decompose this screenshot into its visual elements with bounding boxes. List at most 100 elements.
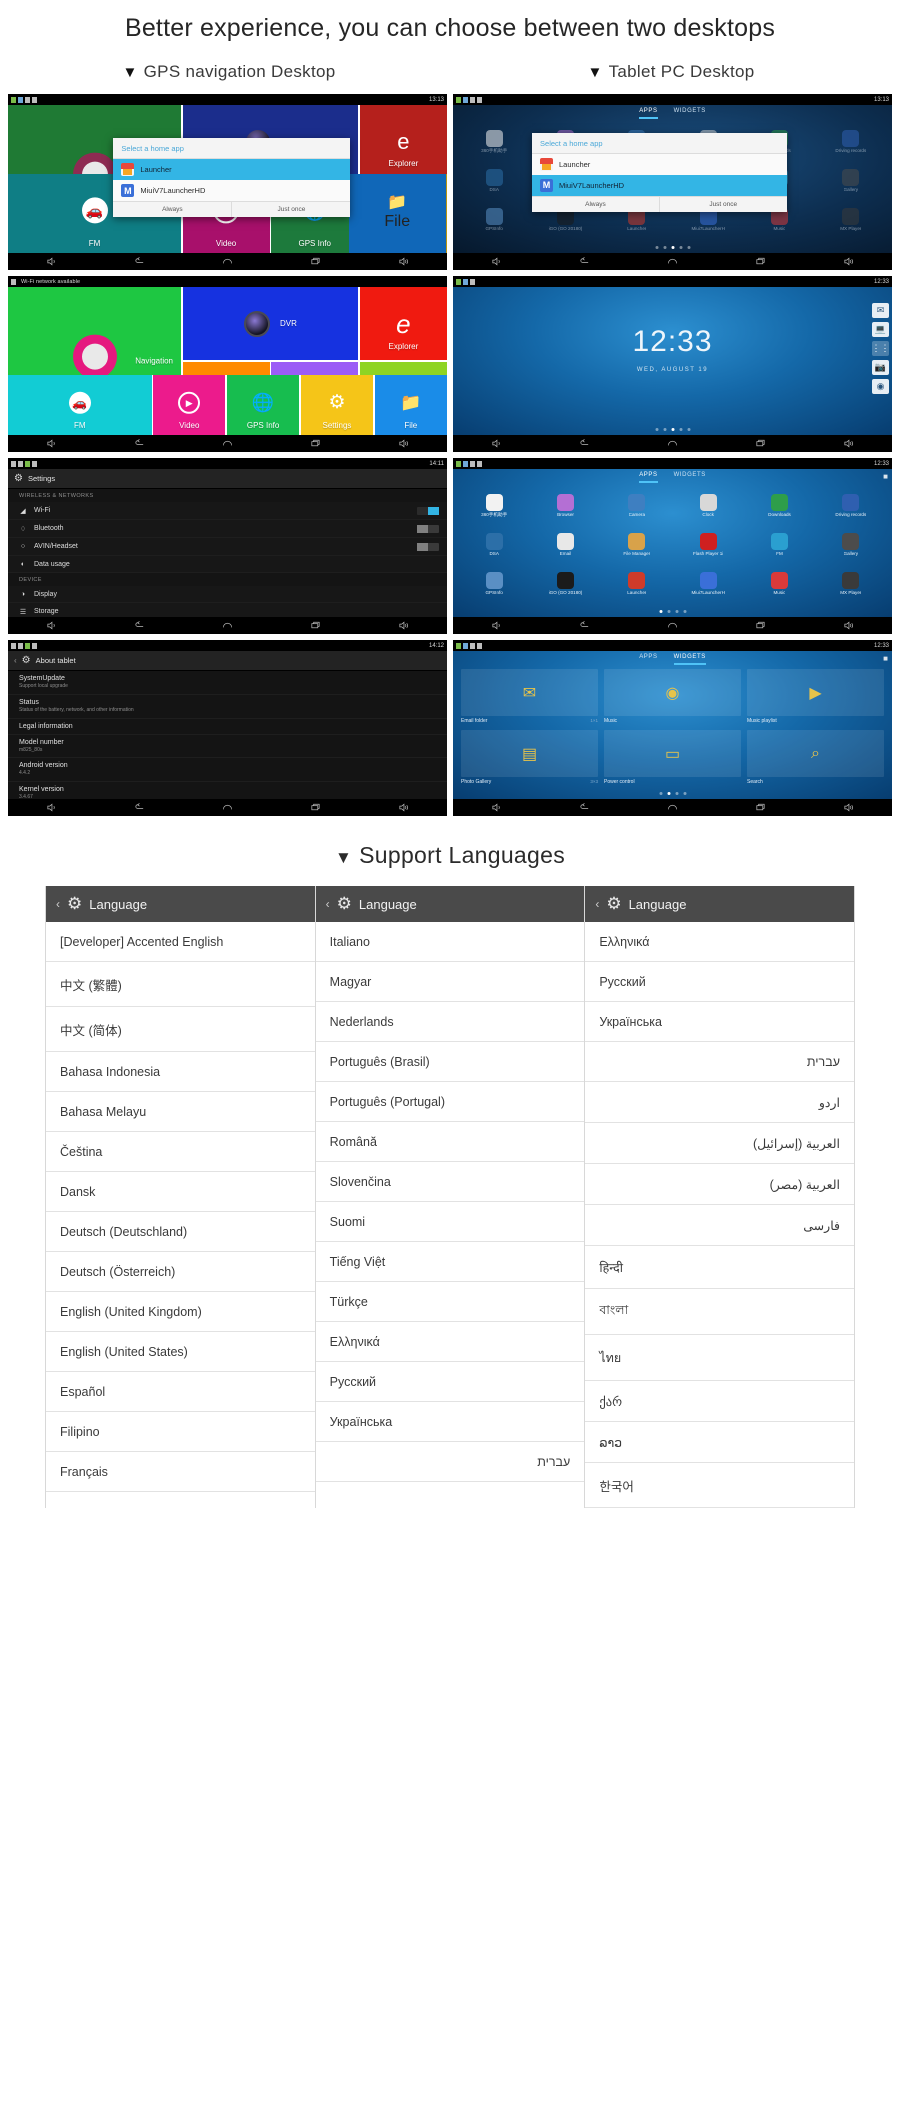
app-icon-12[interactable]: Gallery [816,526,886,564]
tile-explorer[interactable]: e Explorer [359,105,447,179]
dialog-option-launcher[interactable]: Launcher [532,153,787,175]
language-item[interactable]: فارسی [585,1205,854,1246]
language-item[interactable]: Українська [585,1002,854,1042]
language-item[interactable]: Română [315,1122,585,1162]
recents-icon[interactable] [309,802,322,813]
app-icon-6[interactable]: Driving records [816,487,886,525]
chevron-left-icon[interactable]: ‹ [56,897,60,911]
language-item[interactable]: עברית [585,1042,854,1082]
language-item[interactable]: Suomi [315,1202,585,1242]
recents-icon[interactable] [754,802,767,813]
volume-down-icon[interactable] [490,802,503,813]
widget-1[interactable]: ✉ Email folder 1×1 [461,669,598,724]
app-icon-11[interactable]: FM [744,526,814,564]
language-item[interactable]: Português (Brasil) [315,1042,585,1082]
recents-icon[interactable] [754,438,767,449]
camera-icon[interactable]: ■ [883,654,888,663]
volume-down-icon[interactable] [45,620,58,631]
tile-gps-info[interactable]: 🌐 GPS Info [226,375,300,435]
back-arrow-icon[interactable]: ‹ [14,656,17,665]
app-icon-6[interactable]: Driving records [816,123,886,161]
tab-apps[interactable]: APPS [639,108,658,119]
chevron-left-icon[interactable]: ‹ [326,897,330,911]
app-icon-18[interactable]: MX Player [816,201,886,239]
language-item[interactable]: Italiano [315,922,585,962]
language-item[interactable]: বাংলা [585,1289,854,1335]
language-item[interactable]: Dansk [46,1172,315,1212]
back-icon[interactable] [133,802,146,813]
language-item[interactable]: Bahasa Melayu [46,1092,315,1132]
language-item[interactable]: Русский [315,1362,585,1402]
language-item[interactable]: Čeština [46,1132,315,1172]
app-icon-5[interactable]: Downloads [744,487,814,525]
volume-up-icon[interactable] [397,256,410,267]
bluetooth-toggle[interactable] [417,524,439,533]
camera-icon[interactable]: ■ [883,472,888,481]
app-icon-14[interactable]: iGO (GO 20180) [530,565,600,603]
recents-icon[interactable] [309,438,322,449]
app-icon-16[interactable]: Miui7LauncherH [673,565,743,603]
select-home-app-dialog[interactable]: Select a home app Launcher M MiuiV7Launc… [532,132,787,212]
just-once-button[interactable]: Just once [231,202,350,217]
app-icon-7[interactable]: DSA [459,526,529,564]
back-icon[interactable] [133,620,146,631]
just-once-button[interactable]: Just once [658,196,787,212]
home-icon[interactable] [666,256,679,267]
language-item[interactable]: Filipino [46,1412,315,1452]
home-icon[interactable] [666,802,679,813]
browser-icon[interactable]: 💻 [872,322,889,337]
chrome-icon[interactable]: ◉ [872,379,889,394]
app-icon-17[interactable]: Music [744,565,814,603]
language-item[interactable]: हिन्दी [585,1246,854,1289]
language-item[interactable]: English (United Kingdom) [46,1292,315,1332]
settings-row-data-usage[interactable]: ◐ Data usage [8,556,447,573]
app-icon-2[interactable]: Browser [530,487,600,525]
recents-icon[interactable] [309,256,322,267]
app-icon-15[interactable]: Launcher [602,565,672,603]
wifi-toggle[interactable] [417,506,439,515]
language-item[interactable]: Bahasa Indonesia [46,1052,315,1092]
volume-down-icon[interactable] [490,438,503,449]
language-item[interactable]: Ελληνικά [585,922,854,962]
settings-row-bluetooth[interactable]: ♢ Bluetooth [8,520,447,538]
language-item[interactable]: Slovenčina [315,1162,585,1202]
language-item[interactable]: Español [46,1372,315,1412]
settings-row-avin-headset[interactable]: ○ AVIN/Headset [8,538,447,556]
back-icon[interactable] [133,256,146,267]
volume-down-icon[interactable] [45,256,58,267]
tile-settings[interactable]: ⚙ Settings [300,375,374,435]
settings-row-display[interactable]: ◑ Display [8,586,447,603]
widget-3[interactable]: ▶ Music playlist [747,669,884,724]
volume-down-icon[interactable] [45,802,58,813]
app-icon-18[interactable]: MX Player [816,565,886,603]
language-item[interactable]: Türkçe [315,1282,585,1322]
back-icon[interactable] [578,438,591,449]
app-icon-9[interactable]: File Manager [602,526,672,564]
app-icon-1[interactable]: 360手机助手 [459,487,529,525]
recents-icon[interactable] [754,620,767,631]
home-icon[interactable] [221,438,234,449]
language-item[interactable]: Русский [585,962,854,1002]
language-item[interactable]: Ελληνικά [315,1322,585,1362]
settings-row-storage[interactable]: ☰ Storage [8,603,447,617]
app-icon-3[interactable]: Camera [602,487,672,525]
language-item[interactable]: ไทย [585,1335,854,1381]
home-icon[interactable] [221,256,234,267]
select-home-app-dialog[interactable]: Select a home app Launcher M MiuiV7Launc… [113,138,351,217]
language-item[interactable]: עברית [315,1442,585,1482]
tab-widgets[interactable]: WIDGETS [673,654,706,665]
recents-icon[interactable] [754,256,767,267]
apps-grid-icon[interactable]: ⋮⋮ [872,341,890,356]
widget-6[interactable]: ⌕ Search [747,730,884,785]
app-icon-13[interactable]: GPSInfo [459,201,529,239]
tile-explorer[interactable]: e Explorer [359,287,447,361]
chevron-left-icon[interactable]: ‹ [595,897,599,911]
widget-2[interactable]: ◉ Music [604,669,741,724]
home-icon[interactable] [666,620,679,631]
about-row-legal[interactable]: Legal information [8,718,447,735]
volume-down-icon[interactable] [490,256,503,267]
volume-down-icon[interactable] [490,620,503,631]
email-icon[interactable]: ✉ [872,303,889,318]
about-row-status[interactable]: Status Status of the battery, network, a… [8,694,447,719]
tab-apps[interactable]: APPS [639,654,657,665]
